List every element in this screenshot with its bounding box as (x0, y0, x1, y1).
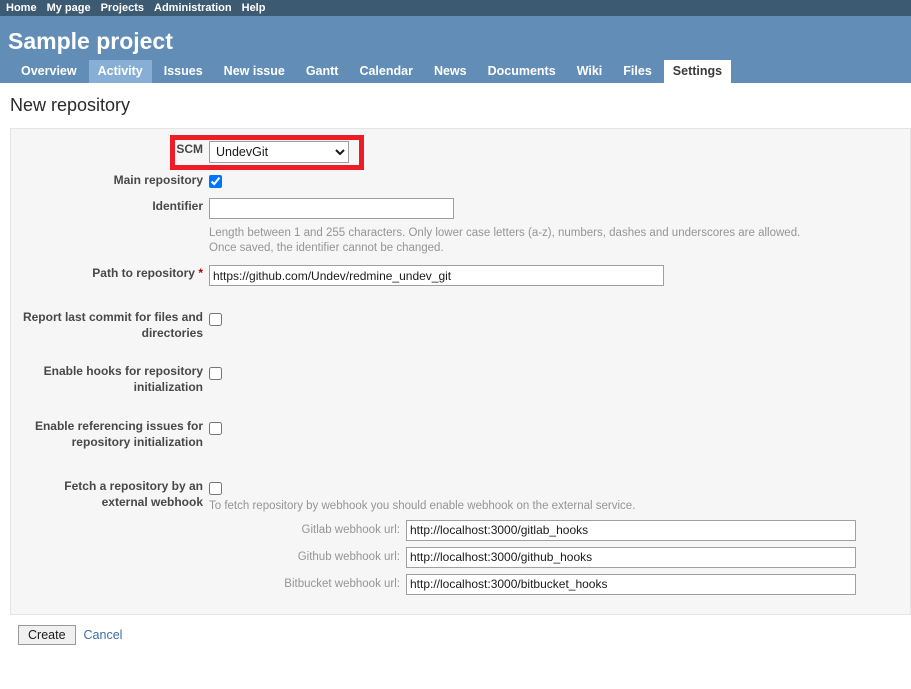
top-account-menu: Home My page Projects Administration Hel… (0, 0, 911, 16)
main-repository-checkbox[interactable] (209, 175, 222, 189)
main-repository-label: Main repository (113, 173, 203, 187)
required-marker: * (198, 266, 203, 281)
identifier-hint-line1: Length between 1 and 255 characters. Onl… (209, 227, 801, 240)
enable-referencing-issues-checkbox[interactable] (209, 421, 222, 435)
tab-documents[interactable]: Documents (479, 60, 565, 83)
top-menu-item-administration[interactable]: Administration (154, 0, 238, 16)
report-last-commit-checkbox[interactable] (209, 312, 222, 326)
tab-overview[interactable]: Overview (12, 60, 86, 83)
scm-select[interactable]: UndevGitSubversionDarcsMercurialCvsBazaa… (209, 141, 349, 163)
tab-settings[interactable]: Settings (663, 60, 732, 83)
webhook-url-list: Gitlab webhook url: Github webhook url: … (267, 519, 902, 595)
tab-gantt[interactable]: Gantt (297, 60, 348, 83)
enable-hooks-label: Enable hooks for repository initializati… (43, 364, 203, 395)
top-menu-item-home[interactable]: Home (6, 0, 43, 16)
row-enable-referencing-issues: Enable referencing issues for repository… (19, 418, 902, 450)
tab-news[interactable]: News (425, 60, 476, 83)
row-bitbucket-webhook: Bitbucket webhook url: (267, 573, 902, 595)
top-menu-item-projects[interactable]: Projects (101, 0, 150, 16)
github-webhook-input[interactable] (406, 546, 856, 568)
row-github-webhook: Github webhook url: (267, 546, 902, 568)
enable-referencing-issues-label: Enable referencing issues for repository… (34, 419, 203, 450)
tab-new-issue[interactable]: New issue (215, 60, 294, 83)
github-webhook-label: Github webhook url: (297, 551, 400, 564)
tab-files[interactable]: Files (614, 60, 661, 83)
row-fetch-by-webhook: Fetch a repository by an external webhoo… (19, 478, 902, 595)
path-to-repository-label-text: Path to repository (92, 266, 195, 281)
tab-calendar[interactable]: Calendar (350, 60, 422, 83)
identifier-hint-line2: Once saved, the identifier cannot be cha… (209, 242, 444, 255)
bitbucket-webhook-label: Bitbucket webhook url: (284, 578, 400, 591)
scm-label: SCM (176, 142, 203, 156)
create-button[interactable]: Create (18, 624, 76, 645)
row-path-to-repository: Path to repository * (19, 265, 902, 287)
row-main-repository: Main repository (19, 172, 902, 189)
page-title: New repository (10, 95, 131, 115)
row-gitlab-webhook: Gitlab webhook url: (267, 519, 902, 541)
page-project-title: Sample project (8, 28, 173, 54)
tab-activity[interactable]: Activity (88, 60, 152, 83)
row-identifier: Identifier Length between 1 and 255 char… (19, 198, 902, 256)
row-scm: SCM UndevGitSubversionDarcsMercurialCvsB… (19, 135, 902, 170)
gitlab-webhook-input[interactable] (406, 519, 856, 541)
path-to-repository-input[interactable] (209, 265, 664, 287)
identifier-label: Identifier (152, 199, 203, 214)
content-area: New repository SCM UndevGitSubversionDar… (0, 83, 911, 645)
project-header: Sample project Overview Activity Issues … (0, 16, 911, 83)
report-last-commit-label: Report last commit for files and directo… (22, 310, 203, 341)
cancel-link[interactable]: Cancel (84, 628, 123, 642)
top-menu-item-my-page[interactable]: My page (47, 0, 97, 16)
row-enable-hooks: Enable hooks for repository initializati… (19, 363, 902, 395)
project-tab-menu: Overview Activity Issues New issue Gantt… (0, 60, 911, 83)
fetch-by-webhook-label: Fetch a repository by an external webhoo… (64, 479, 203, 510)
tab-wiki[interactable]: Wiki (568, 60, 612, 83)
top-menu-item-help[interactable]: Help (242, 0, 272, 16)
enable-hooks-checkbox[interactable] (209, 366, 222, 380)
fetch-by-webhook-checkbox[interactable] (209, 481, 222, 495)
repository-form: SCM UndevGitSubversionDarcsMercurialCvsB… (10, 128, 911, 615)
bitbucket-webhook-input[interactable] (406, 573, 856, 595)
row-report-last-commit: Report last commit for files and directo… (19, 309, 902, 341)
fetch-by-webhook-hint: To fetch repository by webhook you shoul… (209, 499, 636, 512)
tab-issues[interactable]: Issues (155, 60, 212, 83)
path-to-repository-label: Path to repository * (19, 265, 209, 281)
form-actions: Create Cancel (10, 615, 901, 645)
gitlab-webhook-label: Gitlab webhook url: (301, 524, 400, 537)
identifier-input[interactable] (209, 198, 454, 220)
